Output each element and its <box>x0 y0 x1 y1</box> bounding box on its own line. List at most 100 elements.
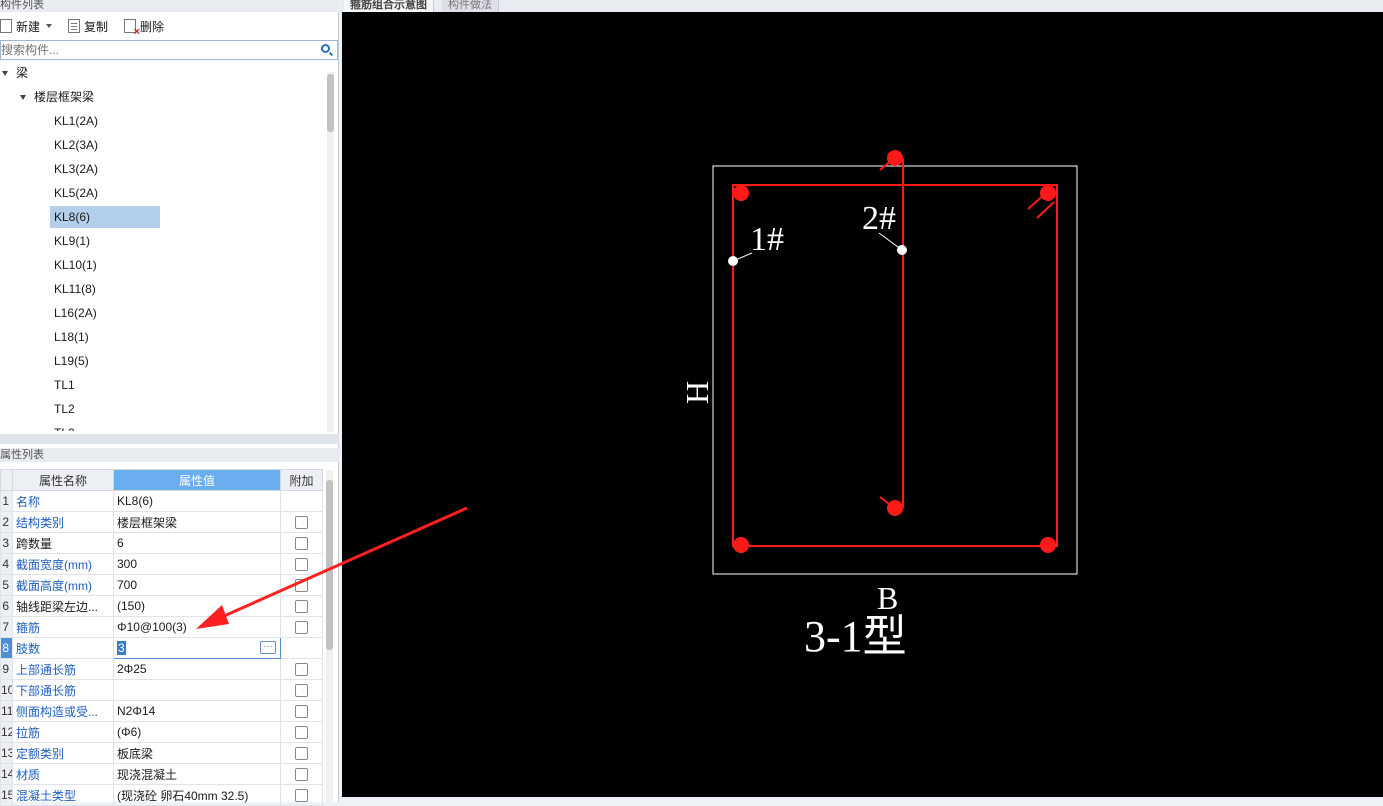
extra-cell <box>280 700 323 722</box>
row-number: 5 <box>0 574 13 596</box>
extra-cell <box>280 637 323 659</box>
tree-item[interactable]: KL2(3A) <box>50 134 160 156</box>
property-value[interactable]: Φ10@100(3) <box>113 616 281 638</box>
new-button[interactable]: 新建 <box>0 15 53 37</box>
stirrup-diagram: 1# 2# H B 3-1型 <box>679 150 1078 661</box>
ellipsis-button[interactable]: ··· <box>260 641 276 654</box>
row-number: 14 <box>0 763 13 785</box>
tree-item[interactable]: KL8(6) <box>50 206 160 228</box>
tree-item[interactable]: KL5(2A) <box>50 182 160 204</box>
extra-cell <box>280 784 323 806</box>
search-input[interactable] <box>1 41 301 59</box>
property-row[interactable]: 14材质现浇混凝土 <box>0 763 323 785</box>
marker-1 <box>728 256 738 266</box>
property-value[interactable]: (150) <box>113 595 281 617</box>
expand-icon[interactable] <box>20 95 26 101</box>
property-row[interactable]: 11 侧面构造或受... N2Φ14 <box>0 700 323 722</box>
property-name: 上部通长筋 <box>12 658 114 680</box>
extra-cell <box>280 679 323 701</box>
property-row[interactable]: 12拉筋(Φ6) <box>0 721 323 743</box>
extra-checkbox[interactable] <box>295 621 308 635</box>
property-value[interactable]: 楼层框架梁 <box>113 511 281 533</box>
property-value[interactable]: 3 ··· <box>113 637 281 659</box>
tree-item[interactable]: KL10(1) <box>50 254 160 276</box>
row-number: 11 <box>0 700 13 722</box>
row-number: 12 <box>0 721 13 743</box>
search-icon[interactable] <box>321 44 330 53</box>
extra-cell <box>280 553 323 575</box>
property-value[interactable]: KL8(6) <box>113 490 281 512</box>
tree-node-beam[interactable]: 梁 <box>2 62 28 84</box>
property-scrollbar-thumb[interactable] <box>326 480 333 650</box>
tree-item[interactable]: KL1(2A) <box>50 110 160 132</box>
component-toolbar: 新建 复制 删除 <box>0 12 339 40</box>
tree-node-frame-beam[interactable]: 楼层框架梁 <box>20 86 94 108</box>
extra-checkbox[interactable] <box>295 558 308 572</box>
panel-splitter[interactable] <box>0 434 339 444</box>
property-value[interactable]: 700 <box>113 574 281 596</box>
expand-icon[interactable] <box>2 71 8 77</box>
tree-item[interactable]: TL3 <box>50 422 160 431</box>
left-panel: 构件列表 新建 复制 删除 梁 楼层框架梁 KL1(2A)KL2(3A)KL3(… <box>0 0 339 806</box>
property-row[interactable]: 8 肢数 3 ··· <box>0 637 323 659</box>
tree-item[interactable]: TL2 <box>50 398 160 420</box>
extra-cell <box>280 574 323 596</box>
property-value[interactable]: 板底梁 <box>113 742 281 764</box>
extra-checkbox[interactable] <box>295 537 308 551</box>
tab-stirrup-diagram[interactable]: 箍筋组合示意图 <box>344 0 434 12</box>
property-row[interactable]: 7 箍筋 Φ10@100(3) <box>0 616 323 638</box>
tab-component-method[interactable]: 构件做法 <box>442 0 499 12</box>
property-row[interactable]: 6 轴线距梁左边... (150) <box>0 595 323 617</box>
marker-2 <box>897 245 907 255</box>
extra-checkbox[interactable] <box>295 705 308 719</box>
property-row[interactable]: 9 上部通长筋 2Φ25 <box>0 658 323 680</box>
new-label: 新建 <box>16 19 41 34</box>
property-value[interactable] <box>113 679 281 701</box>
extra-checkbox[interactable] <box>295 579 308 593</box>
tree-item[interactable]: L16(2A) <box>50 302 160 324</box>
property-value[interactable]: N2Φ14 <box>113 700 281 722</box>
tree-item[interactable]: TL1 <box>50 374 160 396</box>
property-scrollbar[interactable] <box>326 470 333 802</box>
tree-scrollbar[interactable] <box>327 72 334 432</box>
property-row[interactable]: 13定额类别板底梁 <box>0 742 323 764</box>
extra-checkbox[interactable] <box>295 726 308 740</box>
property-row[interactable]: 5 截面高度(mm) 700 <box>0 574 323 596</box>
property-row[interactable]: 2 结构类别 楼层框架梁 <box>0 511 323 533</box>
tree-item[interactable]: KL3(2A) <box>50 158 160 180</box>
property-row[interactable]: 3 跨数量 6 <box>0 532 323 554</box>
property-value[interactable]: 6 <box>113 532 281 554</box>
extra-checkbox[interactable] <box>295 663 308 677</box>
extra-cell <box>280 658 323 680</box>
header-num <box>0 469 13 491</box>
tree-item[interactable]: L18(1) <box>50 326 160 348</box>
extra-checkbox[interactable] <box>295 516 308 530</box>
rebar-bottom-left <box>733 537 749 553</box>
extra-checkbox[interactable] <box>295 600 308 614</box>
extra-checkbox[interactable] <box>295 684 308 698</box>
tree-scrollbar-thumb[interactable] <box>327 74 334 132</box>
property-value[interactable]: (Φ6) <box>113 721 281 743</box>
extra-checkbox[interactable] <box>295 789 308 803</box>
delete-button[interactable]: 删除 <box>124 15 164 37</box>
tree-item[interactable]: KL9(1) <box>50 230 160 252</box>
property-value[interactable]: (现浇砼 卵石40mm 32.5) <box>113 784 281 806</box>
extra-cell <box>280 616 323 638</box>
chevron-down-icon[interactable] <box>46 24 53 28</box>
property-value[interactable]: 现浇混凝土 <box>113 763 281 785</box>
label-h: H <box>679 381 715 404</box>
copy-button[interactable]: 复制 <box>68 15 108 37</box>
property-row[interactable]: 1 名称 KL8(6) <box>0 490 323 512</box>
property-value[interactable]: 300 <box>113 553 281 575</box>
tree-item[interactable]: KL11(8) <box>50 278 160 300</box>
property-row[interactable]: 4 截面宽度(mm) 300 <box>0 553 323 575</box>
property-row[interactable]: 15混凝土类型(现浇砼 卵石40mm 32.5) <box>0 784 323 806</box>
tree-item[interactable]: L19(5) <box>50 350 160 372</box>
property-row[interactable]: 10下部通长筋 <box>0 679 323 701</box>
extra-checkbox[interactable] <box>295 747 308 761</box>
property-table: 属性名称 属性值 附加 1 名称 KL8(6) 2 结构类别 楼层框架梁 3 跨数量 6 4 截面宽… <box>0 469 323 806</box>
property-value-editor[interactable]: 3 <box>117 641 126 655</box>
property-value[interactable]: 2Φ25 <box>113 658 281 680</box>
property-name: 下部通长筋 <box>12 679 114 701</box>
extra-checkbox[interactable] <box>295 768 308 782</box>
